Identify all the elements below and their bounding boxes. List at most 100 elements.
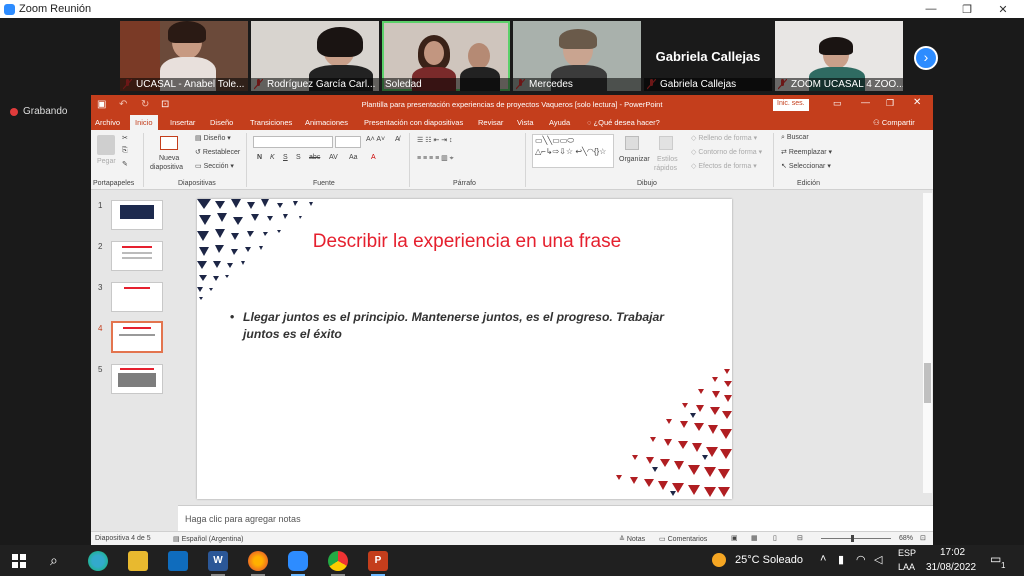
font-size-select[interactable] (335, 136, 361, 148)
slide-thumbnail-1[interactable] (111, 200, 163, 230)
slide-thumbnail-3[interactable] (111, 282, 163, 312)
firefox-icon[interactable] (248, 551, 268, 571)
language-indicator[interactable]: ▤ Español (Argentina) (173, 535, 243, 543)
shadow-button[interactable]: S (296, 154, 301, 161)
chevron-up-icon[interactable]: ˄ (820, 553, 826, 565)
replace-button[interactable]: ⇄ Reemplazar ▾ (781, 148, 832, 156)
shapes-gallery[interactable]: ▭╲╲▭▭⬭ △⌐↳⇨⇩☆ ↩╲◠{}☆ (532, 134, 614, 168)
participant-tile[interactable]: Mercedes (513, 21, 641, 91)
find-button[interactable]: ⌕ Buscar (781, 134, 809, 142)
chrome-icon[interactable] (328, 551, 348, 571)
shape-fill-button[interactable]: ◇ Relleno de forma ▾ (691, 134, 757, 142)
font-color-icon[interactable]: A (371, 154, 376, 161)
underline-button[interactable]: S (283, 154, 288, 161)
sun-icon[interactable] (712, 553, 726, 567)
tab-insertar[interactable]: Insertar (170, 118, 195, 127)
sign-in-button[interactable]: Inic. ses. (773, 99, 809, 111)
restore-button[interactable]: ❐ (950, 0, 984, 18)
shape-outline-button[interactable]: ◇ Contorno de forma ▾ (691, 148, 762, 156)
close-button[interactable]: ✕ (986, 0, 1020, 18)
tab-diseno[interactable]: Diseño (210, 118, 233, 127)
slide-title[interactable]: Describir la experiencia en una frase (307, 229, 627, 255)
paste-button[interactable]: Pegar (97, 158, 116, 165)
italic-button[interactable]: K (270, 154, 275, 161)
clock-time[interactable]: 17:02 (940, 547, 965, 558)
new-slide-label-2[interactable]: diapositiva (150, 164, 183, 171)
font-family-select[interactable] (253, 136, 333, 148)
slide-bullet-text[interactable]: • Llegar juntos es el principio. Mantene… (230, 309, 683, 343)
mail-icon[interactable] (168, 551, 188, 571)
slideshow-icon[interactable]: ⊟ (797, 534, 803, 542)
normal-view-icon[interactable]: ▣ (731, 534, 738, 542)
participant-tile[interactable]: Gabriela Callejas Gabriela Callejas (644, 21, 772, 91)
search-icon[interactable]: ⌕ (50, 552, 58, 569)
new-slide-icon[interactable] (160, 136, 178, 150)
clear-format-icon[interactable]: A̸ (395, 136, 400, 143)
align-icons[interactable]: ≡ ≡ ≡ ≡ ▥ ⌖ (417, 154, 454, 163)
share-button[interactable]: ⚇ Compartir (873, 118, 915, 127)
slide-canvas[interactable]: Describir la experiencia en una frase • … (197, 199, 732, 499)
tab-presentacion[interactable]: Presentación con diapositivas (364, 118, 463, 127)
format-painter-icon[interactable]: ✎ (122, 160, 128, 168)
weather-text[interactable]: 25°C Soleado (735, 554, 803, 566)
file-explorer-icon[interactable] (128, 551, 148, 571)
fit-slide-icon[interactable]: ⊡ (920, 534, 926, 542)
participant-tile[interactable]: Rodríguez García Carl... (251, 21, 379, 91)
slide-sorter-icon[interactable]: ▦ (751, 534, 758, 542)
new-slide-label-1[interactable]: Nueva (159, 155, 179, 162)
zoom-level[interactable]: 68% (899, 535, 913, 542)
slide-thumbnail-2[interactable] (111, 241, 163, 271)
ppt-minimize-button[interactable]: — (861, 97, 870, 107)
ppt-restore-button[interactable]: ❐ (886, 98, 894, 109)
change-case-button[interactable]: Aa (349, 154, 358, 161)
font-grow-icon[interactable]: A˄ A˅ (366, 136, 385, 143)
ribbon-display-options-icon[interactable]: ▭ (833, 98, 842, 109)
volume-icon[interactable]: ◁ (874, 553, 882, 566)
quick-styles-label-1[interactable]: Estilos (657, 156, 678, 163)
powerpoint-taskbar-icon[interactable]: P (368, 551, 388, 571)
tab-vista[interactable]: Vista (517, 118, 534, 127)
tab-transiciones[interactable]: Transiciones (250, 118, 292, 127)
zoom-slider[interactable] (821, 535, 891, 542)
microphone-icon[interactable]: ▮ (838, 553, 844, 566)
participant-tile[interactable]: ZOOM UCASAL 4 ZOO... (775, 21, 903, 91)
shape-effects-button[interactable]: ◇ Efectos de forma ▾ (691, 162, 757, 170)
vertical-scrollbar[interactable] (923, 193, 932, 493)
arrange-button[interactable]: Organizar (619, 156, 650, 163)
tab-archivo[interactable]: Archivo (95, 118, 120, 127)
slide-thumbnail-4-active[interactable] (111, 321, 163, 353)
notes-pane[interactable]: Haga clic para agregar notas (178, 505, 933, 533)
next-participants-button[interactable]: › (914, 46, 938, 70)
participant-tile-speaking[interactable]: Soledad (382, 21, 510, 91)
tab-animaciones[interactable]: Animaciones (305, 118, 348, 127)
comments-button[interactable]: ▭ Comentarios (659, 535, 707, 543)
paste-icon[interactable] (97, 135, 115, 155)
tab-ayuda[interactable]: Ayuda (549, 118, 570, 127)
select-button[interactable]: ↖ Seleccionar ▾ (781, 162, 831, 170)
language-top[interactable]: ESP (898, 548, 916, 558)
bold-button[interactable]: N (257, 154, 262, 161)
arrange-icon[interactable] (625, 136, 639, 150)
tab-revisar[interactable]: Revisar (478, 118, 503, 127)
slide-thumbnail-5[interactable] (111, 364, 163, 394)
word-icon[interactable]: W (208, 551, 228, 571)
tab-inicio[interactable]: Inicio (130, 115, 158, 130)
bullets-icon[interactable]: ☰ ☷ ⇤ ⇥ ↕ (417, 136, 453, 144)
wifi-icon[interactable]: ◠ (856, 553, 866, 566)
notification-icon[interactable]: ▭ (990, 552, 1001, 566)
windows-start-icon[interactable] (12, 554, 26, 568)
clock-date[interactable]: 31/08/2022 (926, 562, 976, 573)
language-bottom[interactable]: LAA (898, 562, 915, 572)
ppt-close-button[interactable]: ✕ (913, 97, 921, 108)
zoom-taskbar-icon[interactable] (288, 551, 308, 571)
minimize-button[interactable]: — (914, 0, 948, 18)
cut-icon[interactable]: ✂ (122, 134, 128, 142)
edge-icon[interactable] (88, 551, 108, 571)
participant-tile[interactable]: UCASAL - Anabel Tole... (120, 21, 248, 91)
reset-button[interactable]: ↺ Restablecer (195, 148, 240, 156)
strikethrough-button[interactable]: abc (309, 154, 320, 161)
quick-styles-icon[interactable] (659, 136, 673, 150)
quick-styles-label-2[interactable]: rápidos (654, 165, 677, 172)
tell-me-search[interactable]: ◌ ¿Qué desea hacer? (587, 118, 660, 127)
reading-view-icon[interactable]: ▯ (773, 534, 777, 542)
